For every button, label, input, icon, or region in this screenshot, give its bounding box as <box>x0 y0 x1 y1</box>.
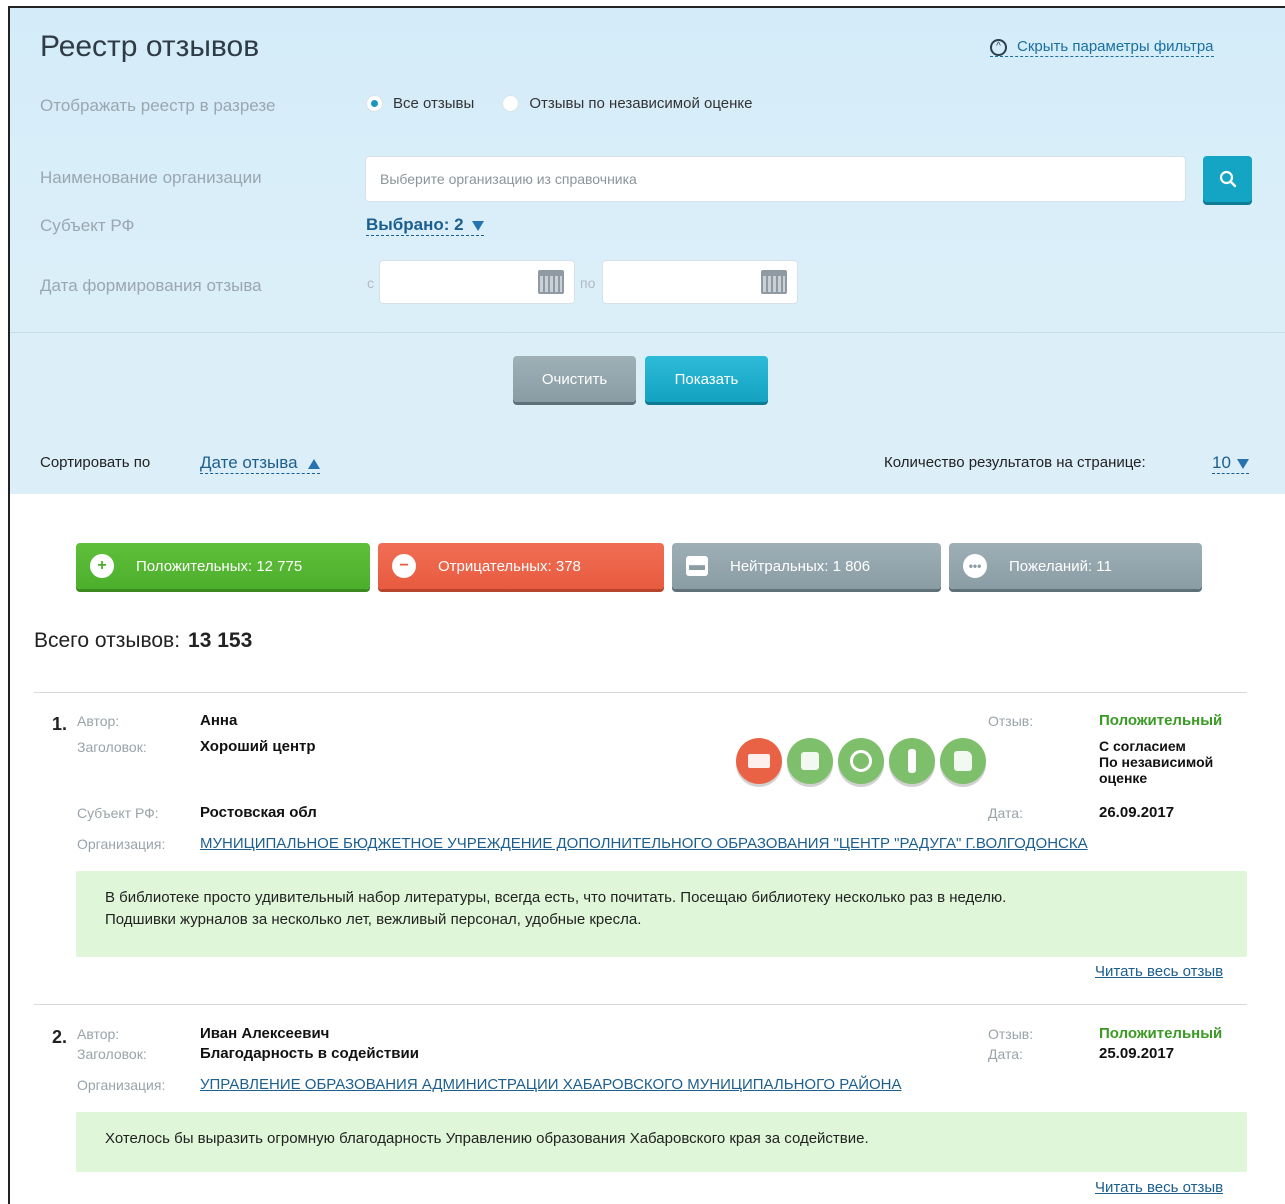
review-type-value: Положительный <box>1099 1025 1223 1042</box>
display-mode-radios: Все отзывы Отзывы по независимой оценке <box>366 95 752 112</box>
consent-line-2: По независимой <box>1099 754 1214 770</box>
date-from-prefix: с <box>367 275 374 291</box>
inbox-icon <box>736 738 782 784</box>
chevron-up-icon: ^ <box>990 38 1007 56</box>
chevron-down-icon <box>471 220 484 231</box>
total-label: Всего отзывов: <box>34 629 181 652</box>
subject-value: Ростовская обл <box>200 804 317 821</box>
tab-negative-label: Отрицательных: 378 <box>438 557 581 575</box>
tab-positive[interactable]: + Положительных: 12 775 <box>76 543 370 589</box>
chat-icon: ▬ <box>686 556 708 576</box>
calendar-icon[interactable] <box>538 270 564 294</box>
chevron-down-icon <box>1236 458 1249 469</box>
display-mode-label: Отображать реестр в разрезе <box>40 96 276 115</box>
show-button[interactable]: Показать <box>645 356 768 402</box>
date-key: Дата: <box>988 1046 1023 1062</box>
search-button[interactable] <box>1203 156 1252 202</box>
tab-wishes-label: Пожеланий: 11 <box>1009 557 1112 575</box>
review-badges <box>736 738 986 784</box>
org-input-placeholder: Выберите организацию из справочника <box>380 171 637 187</box>
calendar-icon[interactable] <box>761 270 787 294</box>
tab-positive-label: Положительных: 12 775 <box>136 557 303 575</box>
subject-label: Субъект РФ <box>40 216 135 235</box>
title-key: Заголовок: <box>77 1046 147 1062</box>
radio-all-label[interactable]: Все отзывы <box>393 95 474 112</box>
clock-icon <box>838 738 884 784</box>
date-value: 25.09.2017 <box>1099 1045 1175 1062</box>
tab-neutral[interactable]: ▬ Нейтральных: 1 806 <box>672 543 941 589</box>
search-icon <box>1219 170 1236 188</box>
tie-icon <box>889 738 935 784</box>
review-text-line: Хотелось бы выразить огромную благодарно… <box>105 1130 869 1147</box>
date-to-prefix: по <box>580 275 596 291</box>
org-label: Наименование организации <box>40 168 262 187</box>
divider <box>34 692 1247 693</box>
date-label: Дата формирования отзыва <box>40 276 262 295</box>
subject-select[interactable]: Выбрано: 2 <box>366 215 484 236</box>
org-key: Организация: <box>77 1077 166 1093</box>
total-value: 13 153 <box>188 629 253 652</box>
sort-value: Дате отзыва <box>200 453 298 472</box>
date-value: 26.09.2017 <box>1099 804 1175 821</box>
read-more-link[interactable]: Читать весь отзыв <box>1095 1179 1223 1196</box>
tab-neutral-label: Нейтральных: 1 806 <box>730 557 871 575</box>
author-value: Иван Алексеевич <box>200 1025 330 1042</box>
clear-button[interactable]: Очистить <box>513 356 636 402</box>
author-value: Анна <box>200 712 238 729</box>
org-link[interactable]: МУНИЦИПАЛЬНОЕ БЮДЖЕТНОЕ УЧРЕЖДЕНИЕ ДОПОЛ… <box>200 835 1088 852</box>
author-key: Автор: <box>77 1026 120 1042</box>
speech-dots-icon: ••• <box>963 554 987 578</box>
hide-filter-link[interactable]: ^ Скрыть параметры фильтра <box>990 38 1214 57</box>
review-number: 1. <box>52 714 68 734</box>
tab-wishes[interactable]: ••• Пожеланий: 11 <box>949 543 1202 589</box>
review-text: Хотелось бы выразить огромную благодарно… <box>76 1112 1247 1172</box>
org-key: Организация: <box>77 836 166 852</box>
filter-panel: Реестр отзывов ^ Скрыть параметры фильтр… <box>10 8 1285 494</box>
title-key: Заголовок: <box>77 739 147 755</box>
org-input[interactable]: Выберите организацию из справочника <box>365 156 1186 202</box>
divider <box>34 1004 1247 1005</box>
title-value: Благодарность в содействии <box>200 1045 419 1062</box>
review-text: В библиотеке просто удивительный набор л… <box>76 871 1247 957</box>
page-title: Реестр отзывов <box>40 30 260 63</box>
date-key: Дата: <box>988 805 1023 821</box>
radio-independent-label[interactable]: Отзывы по независимой оценке <box>529 95 752 112</box>
consent-line-3: оценке <box>1099 770 1148 786</box>
coffee-icon <box>787 738 833 784</box>
read-more-link[interactable]: Читать весь отзыв <box>1095 963 1223 980</box>
tab-negative[interactable]: − Отрицательных: 378 <box>378 543 664 589</box>
page-size-value: 10 <box>1212 453 1231 472</box>
sort-select[interactable]: Дате отзыва <box>200 453 320 474</box>
author-key: Автор: <box>77 713 120 729</box>
review-number: 2. <box>52 1027 68 1047</box>
review-text-line: Подшивки журналов за несколько лет, вежл… <box>105 911 642 928</box>
page-size-label: Количество результатов на странице: <box>884 454 1146 471</box>
title-value: Хороший центр <box>200 738 316 755</box>
filter-divider <box>10 332 1285 333</box>
date-to-input[interactable] <box>602 260 798 304</box>
consent-info: С согласием По независимой оценке <box>1099 738 1213 786</box>
minus-bubble-icon: − <box>392 554 416 578</box>
registry-page: Реестр отзывов ^ Скрыть параметры фильтр… <box>8 6 1285 1204</box>
review-type-key: Отзыв: <box>988 1026 1034 1042</box>
thumbs-up-icon <box>940 738 986 784</box>
page-size-select[interactable]: 10 <box>1212 453 1249 474</box>
subject-selected-value: Выбрано: 2 <box>366 215 464 234</box>
date-from-input[interactable] <box>379 260 575 304</box>
sort-label: Сортировать по <box>40 454 151 471</box>
subject-key: Субъект РФ: <box>77 805 159 821</box>
review-type-key: Отзыв: <box>988 713 1034 729</box>
review-type-value: Положительный <box>1099 712 1223 729</box>
radio-all[interactable] <box>366 95 383 112</box>
hide-filter-label: Скрыть параметры фильтра <box>1017 38 1214 55</box>
review-text-line: В библиотеке просто удивительный набор л… <box>105 889 1007 906</box>
total-count: Всего отзывов: 13 153 <box>34 629 252 653</box>
radio-independent[interactable] <box>502 95 520 112</box>
sort-asc-icon <box>307 458 320 469</box>
plus-bubble-icon: + <box>90 554 114 578</box>
consent-line-1: С согласием <box>1099 738 1186 754</box>
org-link[interactable]: УПРАВЛЕНИЕ ОБРАЗОВАНИЯ АДМИНИСТРАЦИИ ХАБ… <box>200 1076 902 1093</box>
